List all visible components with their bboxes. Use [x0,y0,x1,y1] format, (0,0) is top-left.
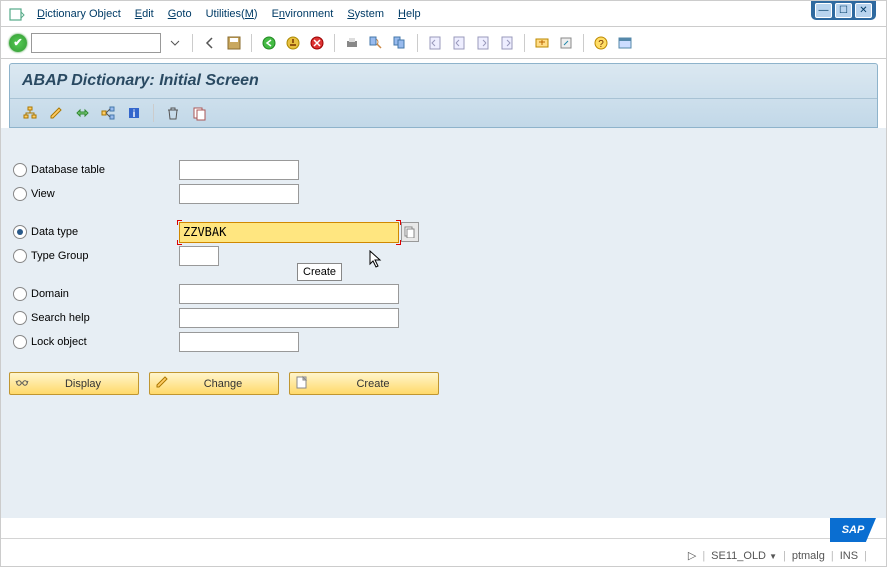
input-type-group[interactable] [179,246,219,266]
label-view: View [31,188,55,200]
input-database-table[interactable] [179,160,299,180]
input-search-help[interactable] [179,308,399,328]
next-page-icon[interactable] [473,33,493,53]
back-button[interactable] [200,33,220,53]
input-data-type[interactable] [179,222,399,243]
application-header: ABAP Dictionary: Initial Screen i [9,63,878,128]
radio-lock-object[interactable] [13,335,27,349]
radio-database-table[interactable] [13,163,27,177]
status-insert-mode: INS [840,550,858,562]
print-icon[interactable] [342,33,362,53]
label-type-group: Type Group [31,250,88,262]
find-icon[interactable] [366,33,386,53]
where-used-icon[interactable] [98,103,118,123]
cancel-icon[interactable] [307,33,327,53]
radio-view[interactable] [13,187,27,201]
glasses-icon [15,375,29,392]
status-user: ptmalg [792,550,825,562]
label-domain: Domain [31,288,69,300]
display-button[interactable]: Display [9,372,139,395]
label-search-help: Search help [31,312,90,324]
change-button[interactable]: Change [149,372,279,395]
mouse-cursor [369,250,383,270]
first-page-icon[interactable] [425,33,445,53]
menu-utilities[interactable]: Utilities(M) [206,8,258,20]
radio-data-type[interactable] [13,225,27,239]
page-title: ABAP Dictionary: Initial Screen [10,64,877,98]
maximize-button[interactable]: ☐ [835,3,852,18]
f4-help-button[interactable] [401,222,419,242]
enter-button[interactable] [9,34,27,52]
label-data-type: Data type [31,226,78,238]
application-toolbar: i [10,98,877,127]
copy-icon[interactable] [189,103,209,123]
content-area: Database table View Data type [1,128,886,518]
exit-icon[interactable] [283,33,303,53]
label-database-table: Database table [31,164,105,176]
status-bar: ▷ | SE11_OLD ▼ | ptmalg | INS | [688,549,876,562]
menu-edit[interactable]: Edit [135,8,154,20]
shortcut-icon[interactable] [556,33,576,53]
pencil-small-icon[interactable] [46,103,66,123]
new-icon [295,375,309,392]
layout-icon[interactable] [615,33,635,53]
display-label: Display [33,378,133,390]
svg-text:?: ? [598,39,604,50]
menu-help[interactable]: Help [398,8,421,20]
radio-type-group[interactable] [13,249,27,263]
session-menu-icon[interactable] [9,7,23,21]
hierarchy-icon[interactable] [20,103,40,123]
label-lock-object: Lock object [31,336,87,348]
menu-bar: Dictionary Object Edit Goto Utilities(M)… [1,1,886,27]
status-tcode: SE11_OLD ▼ [711,550,777,562]
activate-icon[interactable] [72,103,92,123]
find-next-icon[interactable] [390,33,410,53]
menu-environment[interactable]: Environment [272,8,334,20]
create-label: Create [313,378,433,390]
status-open-icon[interactable]: ▷ [688,549,696,562]
command-field[interactable] [31,33,161,53]
standard-toolbar: ? [1,27,886,59]
input-domain[interactable] [179,284,399,304]
command-dropdown[interactable] [165,33,185,53]
last-page-icon[interactable] [497,33,517,53]
window-controls: — ☐ ✕ [811,1,876,20]
menu-system[interactable]: System [347,8,384,20]
svg-text:i: i [133,109,136,120]
change-label: Change [173,378,273,390]
input-lock-object[interactable] [179,332,299,352]
pencil-icon [155,375,169,392]
new-session-icon[interactable] [532,33,552,53]
create-button[interactable]: Create [289,372,439,395]
tooltip-create: Create [297,263,342,281]
menu-goto[interactable]: Goto [168,8,192,20]
close-button[interactable]: ✕ [855,3,872,18]
back-icon[interactable] [259,33,279,53]
menu-dictionary-object[interactable]: Dictionary Object [37,8,121,20]
save-button[interactable] [224,33,244,53]
prev-page-icon[interactable] [449,33,469,53]
radio-search-help[interactable] [13,311,27,325]
delete-icon[interactable] [163,103,183,123]
help-icon[interactable]: ? [591,33,611,53]
radio-domain[interactable] [13,287,27,301]
minimize-button[interactable]: — [815,3,832,18]
input-view[interactable] [179,184,299,204]
info-icon[interactable]: i [124,103,144,123]
